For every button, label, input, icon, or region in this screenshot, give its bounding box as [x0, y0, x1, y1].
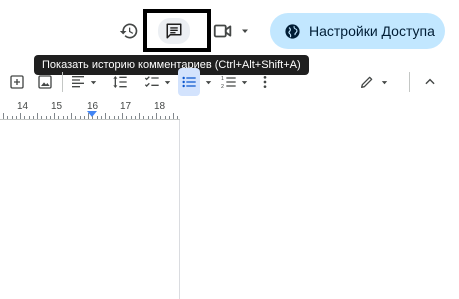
video-camera-icon [213, 24, 232, 38]
ruler-tick [66, 116, 68, 119]
ruler-number: 17 [120, 101, 132, 112]
meet-button[interactable] [212, 17, 252, 45]
dropdown-arrow-icon [164, 80, 171, 84]
ruler-tick [28, 116, 30, 119]
dropdown-arrow-icon [90, 80, 97, 84]
ruler-tick [100, 116, 102, 119]
ruler-tick [88, 113, 89, 119]
ruler-tick [37, 113, 38, 119]
ruler-tick [11, 116, 13, 119]
version-history-button[interactable] [115, 17, 143, 45]
ruler-tick [164, 116, 166, 119]
ruler-tick [83, 116, 85, 119]
ruler-tick [177, 116, 179, 119]
more-options-button[interactable] [258, 68, 272, 96]
dropdown-arrow-icon [241, 80, 248, 84]
ruler-tick [20, 113, 21, 119]
ruler-tick [143, 116, 145, 119]
svg-text:2: 2 [221, 84, 224, 90]
line-spacing-icon [113, 76, 127, 88]
ruler-tick [156, 113, 157, 119]
ruler-tick [117, 116, 119, 119]
collapse-icon [425, 78, 435, 85]
ruler-tick [79, 116, 81, 119]
ruler-number: 15 [51, 101, 63, 112]
ruler-tick [122, 113, 123, 119]
comment-history-button[interactable] [158, 18, 190, 44]
ruler-tick [173, 113, 174, 119]
collapse-menus-button[interactable] [418, 68, 442, 96]
globe-icon [285, 23, 300, 39]
ruler-tick [49, 116, 51, 119]
bulleted-list-button[interactable] [178, 68, 200, 96]
ruler-tick [75, 116, 77, 119]
ruler-tick [126, 116, 128, 119]
editing-mode-button[interactable] [356, 68, 392, 96]
ruler-tick [147, 116, 149, 119]
ruler-number: 18 [154, 101, 166, 112]
ruler-tick [32, 116, 34, 119]
align-button[interactable] [68, 68, 100, 96]
ruler-tick [113, 116, 115, 119]
ruler-tick [15, 116, 17, 119]
page-edge [179, 120, 180, 299]
insert-image-icon [38, 75, 52, 89]
add-comment-button[interactable] [6, 68, 28, 96]
dropdown-arrow-icon [242, 29, 248, 33]
toolbar-divider [62, 72, 63, 92]
ruler-tick [109, 116, 111, 119]
ruler-tick [168, 116, 170, 119]
share-button-label: Настройки Доступа [309, 23, 435, 39]
add-comment-icon [10, 75, 24, 89]
ruler-tick [24, 116, 26, 119]
history-icon [119, 23, 138, 39]
numbered-list-icon: 1 2 [221, 76, 236, 90]
ruler-tick [54, 113, 55, 119]
dropdown-arrow-icon [381, 80, 388, 84]
formatting-toolbar: 1 2 [0, 68, 459, 96]
ruler-tick [160, 116, 162, 119]
share-button[interactable]: Настройки Доступа [270, 13, 445, 49]
ruler-tick [41, 116, 43, 119]
ruler-tick [96, 116, 98, 119]
ruler-tick [71, 113, 72, 119]
checklist-button[interactable] [140, 68, 176, 96]
ruler-tick [130, 116, 132, 119]
dropdown-arrow-icon [205, 80, 211, 84]
line-spacing-button[interactable] [108, 68, 132, 96]
ruler-tick [3, 113, 4, 119]
ruler-tick [92, 116, 94, 119]
ruler-tick [58, 116, 60, 119]
ruler-tick [105, 113, 106, 119]
more-options-icon [263, 76, 267, 88]
top-bar: Настройки Доступа [0, 0, 459, 56]
ruler-tick [151, 116, 153, 119]
bulleted-list-dropdown[interactable] [202, 68, 214, 96]
ruler-tick [45, 116, 47, 119]
ruler-tick [7, 116, 9, 119]
horizontal-ruler[interactable]: 14 15 16 17 18 [0, 98, 180, 120]
ruler-tick [139, 113, 140, 119]
checklist-icon [144, 76, 159, 87]
ruler-tick [134, 116, 136, 119]
comments-icon [166, 23, 182, 39]
ruler-number: 14 [17, 101, 29, 112]
edit-mode-icon [361, 76, 373, 88]
svg-text:1: 1 [221, 76, 224, 82]
bulleted-list-icon [182, 76, 196, 88]
numbered-list-button[interactable]: 1 2 [218, 68, 252, 96]
insert-image-button[interactable] [34, 68, 56, 96]
toolbar-divider [409, 72, 410, 92]
ruler-tick [62, 116, 64, 119]
align-left-icon [72, 76, 84, 88]
docs-window: Настройки Доступа Показать историю комме… [0, 0, 459, 299]
